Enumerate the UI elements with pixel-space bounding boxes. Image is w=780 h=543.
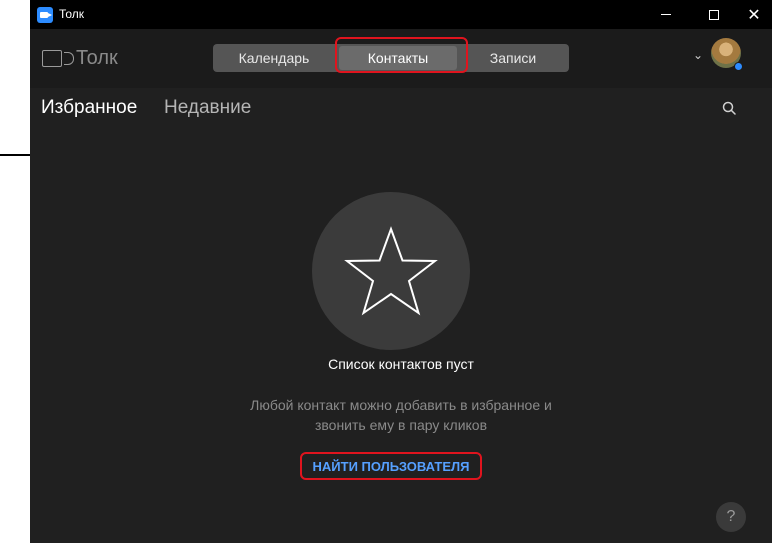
app-window: Толк ✕ Толк Календарь Контакты Записи ⌄ … <box>30 0 772 543</box>
close-button[interactable]: ✕ <box>736 0 772 29</box>
window-title: Толк <box>59 7 85 21</box>
empty-state-title: Список контактов пуст <box>328 356 474 372</box>
app-logo: Толк <box>42 47 118 70</box>
title-bar: Толк ✕ <box>30 0 772 29</box>
star-icon <box>344 226 438 316</box>
highlight-frame-contacts <box>335 37 468 73</box>
find-user-button[interactable]: НАЙТИ ПОЛЬЗОВАТЕЛЯ <box>300 452 482 480</box>
chevron-down-icon[interactable]: ⌄ <box>693 48 703 62</box>
logo-text: Толк <box>76 47 118 69</box>
tab-calendar[interactable]: Календарь <box>213 44 335 72</box>
empty-state-description-line1: Любой контакт можно добавить в избранное… <box>250 397 552 413</box>
external-line <box>0 154 30 156</box>
empty-state-illustration <box>312 192 470 350</box>
video-camera-icon <box>42 48 76 70</box>
minimize-button[interactable] <box>648 0 684 29</box>
tab-records[interactable]: Записи <box>457 44 569 72</box>
empty-state-description: Любой контакт можно добавить в избранное… <box>30 395 772 435</box>
help-icon[interactable]: ? <box>716 502 746 532</box>
subtab-favorites[interactable]: Избранное <box>41 97 137 119</box>
status-dot <box>734 62 743 71</box>
maximize-button[interactable] <box>696 0 732 29</box>
subtab-recent[interactable]: Недавние <box>164 97 251 119</box>
search-icon[interactable] <box>722 101 736 115</box>
empty-state-description-line2: звонить ему в пару кликов <box>314 417 488 433</box>
app-logo-icon <box>37 7 53 23</box>
